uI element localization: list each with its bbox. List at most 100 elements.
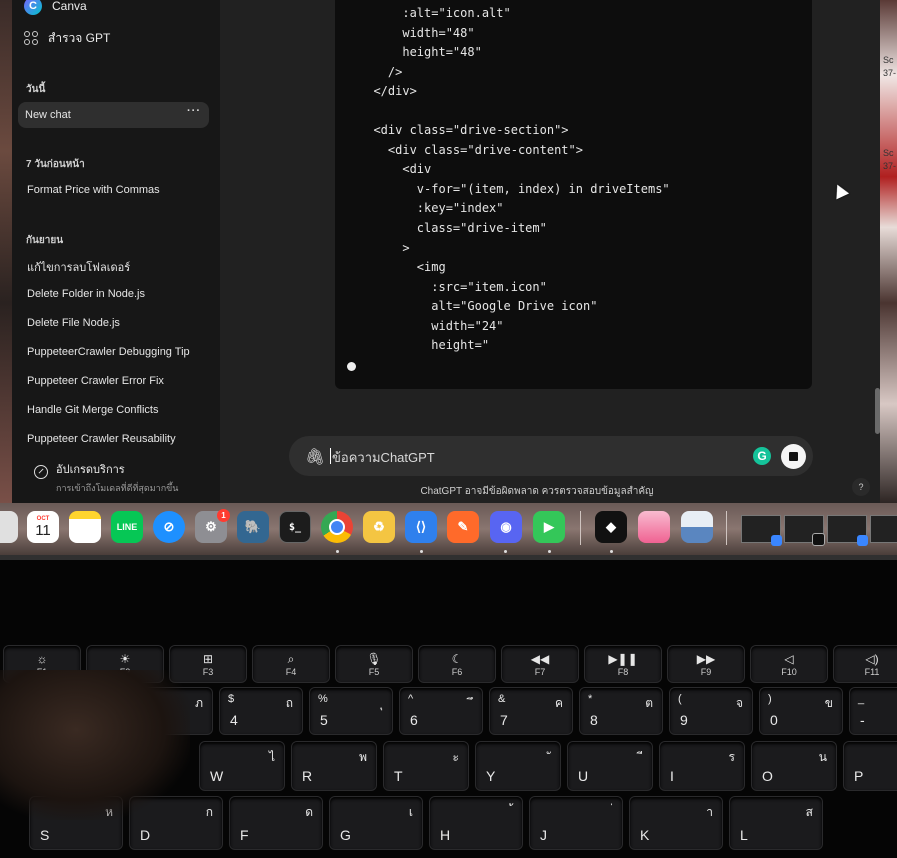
code-line: class="drive-item" [359,221,547,236]
sidebar-item-chat[interactable]: Handle Git Merge Conflicts [27,404,212,416]
key-label: 9 [680,712,688,728]
photos-icon[interactable] [638,511,670,543]
paperclip-icon[interactable]: 🖇 [305,447,325,467]
fn-key-icon: ◁) [865,652,879,666]
sidebar-item-label: New chat [25,109,71,121]
key-i[interactable]: Iร [660,742,744,790]
postgres-icon[interactable]: 🐘 [237,511,269,543]
key-5[interactable]: %5ุ [310,688,392,734]
key-label: T [394,768,403,784]
key-h[interactable]: H้ [430,797,522,849]
key-t[interactable]: Tะ [384,742,468,790]
key-g[interactable]: Gเ [330,797,422,849]
key-label: Y [486,768,496,784]
grid-icon [24,31,38,45]
fn-key-label: F7 [534,667,546,677]
vscode-icon [857,535,868,546]
more-options-icon[interactable]: ··· [187,105,201,117]
minimized-window-thumbnail[interactable] [741,515,782,546]
key-label: F [240,827,249,843]
key-o[interactable]: Oน [752,742,836,790]
key-label: U [578,768,589,784]
key-f[interactable]: Fด [230,797,322,849]
key-f4[interactable]: ⌕ F4 [253,646,329,682]
facetime-icon[interactable]: ▶ [533,511,565,543]
key-k[interactable]: Kา [630,797,722,849]
sidebar-item-canva[interactable]: C Canva [24,0,87,17]
preview-icon[interactable] [681,511,713,543]
terminal-icon[interactable]: $_ [279,511,311,543]
sidebar-item-chat[interactable]: Delete File Node.js [27,317,212,329]
safari-icon[interactable]: ⊘ [153,511,185,543]
notes-icon[interactable] [69,511,101,543]
key-shift-label: & [498,693,506,705]
minimized-window-thumbnail[interactable] [784,515,825,546]
discord-icon[interactable]: ◉ [490,511,522,543]
line-icon[interactable]: LINE [111,511,143,543]
key-u[interactable]: Uี [568,742,652,790]
key-f5[interactable]: 🎙 F5 [336,646,412,682]
key-label: 4 [230,712,238,728]
minimized-window-thumbnail[interactable] [827,515,868,546]
key-y[interactable]: Yั [476,742,560,790]
key-label: P [854,768,864,784]
key-label: W [210,768,224,784]
sidebar-item-chat[interactable]: Delete Folder in Node.js [27,288,212,300]
help-button[interactable]: ? [852,478,870,496]
key-l[interactable]: Lส [730,797,822,849]
key-4[interactable]: $4 ถ [220,688,302,734]
code-line: v-for="(item, index) in driveItems" [359,181,670,196]
sidebar-item-chat[interactable]: Format Price with Commas [27,184,212,196]
code-line: alt="Google Drive icon" [359,299,598,314]
fn-key-label: F4 [285,667,297,677]
key-f10[interactable]: ◁ F10 [751,646,827,682]
key-r[interactable]: Rพ [292,742,376,790]
key--[interactable]: _-ช [850,688,897,734]
stop-generating-button[interactable] [781,444,806,469]
code-line: width="24" [359,318,504,333]
vscode-icon[interactable]: ⟨⟩ [405,511,437,543]
fn-key-icon: 🎙 [366,652,382,666]
key-thai-label: ภ [195,696,203,710]
minimized-window-thumbnail[interactable] [870,515,897,543]
fn-key-label: F6 [451,667,463,677]
sidebar-item-explore-gpts[interactable]: สำรวจ GPT [24,27,110,49]
key-w[interactable]: Wไ [200,742,284,790]
key-thai-label: ะ [452,750,459,764]
grammarly-icon[interactable]: G [753,447,771,465]
key-f8[interactable]: ▶❚❚ F8 [585,646,661,682]
system-settings-icon[interactable]: ⚙ 1 [195,509,230,543]
scrollbar-thumb[interactable] [875,388,880,434]
key-p[interactable]: Pย [844,742,897,790]
unity-icon[interactable]: ◆ [595,511,627,543]
launchpad-icon[interactable] [0,511,18,543]
fn-key-icon: ⌕ [287,652,295,666]
key-0[interactable]: ) 0 ข [760,688,842,734]
fn-key-icon: ◀◀ [530,652,550,666]
wallpaper-text: Sc [883,55,894,65]
recycle-icon[interactable]: ♻ [363,511,395,543]
key-7[interactable]: & 7 ค [490,688,572,734]
canva-logo-icon: C [24,0,42,15]
pen-tool-icon[interactable]: ✎ [447,511,479,543]
key-f11[interactable]: ◁) F11 [834,646,897,682]
sidebar-item-chat[interactable]: PuppeteerCrawler Debugging Tip [27,346,212,358]
sidebar-item-chat[interactable]: แก้ไขการลบโฟลเดอร์ [27,258,212,276]
sidebar-item-chat[interactable]: Puppeteer Crawler Reusability [27,433,212,445]
key-j[interactable]: J่ [530,797,622,849]
key-9[interactable]: (9 จ [670,688,752,734]
key-f7[interactable]: ◀◀ F7 [502,646,578,682]
key-shift-label: _ [858,693,865,705]
sidebar-item-chat[interactable]: Puppeteer Crawler Error Fix [27,375,212,387]
sidebar-item-new-chat[interactable]: New chat ··· [18,102,209,128]
key-f9[interactable]: ▶▶ F9 [668,646,744,682]
key-f6[interactable]: ☾ F6 [419,646,495,682]
message-input[interactable] [330,446,714,468]
chrome-icon[interactable] [321,511,353,543]
key-8[interactable]: * 8 ต [580,688,662,734]
desktop-wallpaper-left [0,0,12,505]
key-thai-label: พ [359,750,367,764]
key-label: 0 [770,712,778,728]
key-6[interactable]: ^6ึ [400,688,482,734]
calendar-icon[interactable]: OCT 11 [27,511,59,543]
